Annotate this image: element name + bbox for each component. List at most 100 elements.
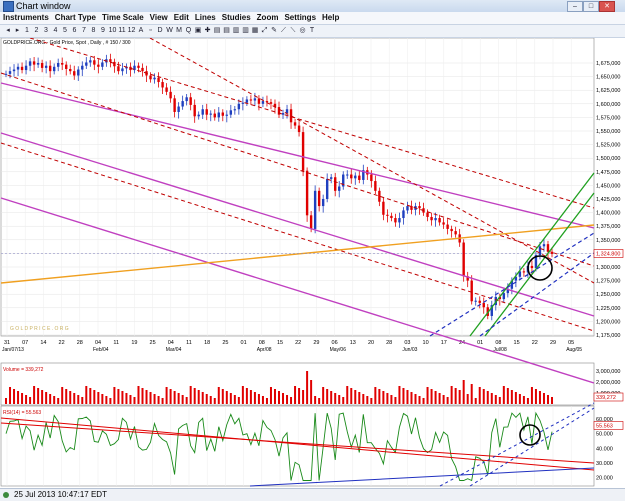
toolbar-button-14[interactable]: A (137, 27, 145, 35)
price-bar-body (121, 68, 124, 72)
toolbar-button-16[interactable]: D (156, 27, 164, 35)
price-bar-body (173, 98, 176, 112)
toolbar-button-2[interactable]: 1 (23, 27, 31, 35)
rsi-axis-label: 20.000 (596, 476, 613, 482)
volume-bar (265, 398, 268, 404)
menu-item-zoom[interactable]: Zoom (254, 12, 282, 24)
volume-bar (494, 395, 497, 404)
price-bar-body (16, 66, 20, 70)
price-bar-body (85, 62, 88, 66)
toolbar-button-0[interactable]: ◂ (4, 27, 12, 35)
volume-bar (394, 397, 397, 404)
price-axis-label: 1,425,000 (596, 197, 620, 203)
toolbar-button-10[interactable]: 9 (99, 27, 107, 35)
toolbar-button-24[interactable]: ▥ (232, 27, 240, 35)
price-bar-body (309, 215, 313, 229)
volume-bar (125, 393, 128, 404)
toolbar-button-1[interactable]: ▸ (14, 27, 22, 35)
menu-item-chart-type[interactable]: Chart Type (52, 12, 99, 24)
volume-bar (498, 397, 501, 404)
price-bar-body (193, 104, 196, 117)
price-bar-body (418, 206, 421, 209)
price-bar-body (374, 181, 377, 191)
toolbar-button-23[interactable]: ▤ (223, 27, 231, 35)
toolbar-button-4[interactable]: 3 (42, 27, 50, 35)
menu-item-settings[interactable]: Settings (281, 12, 319, 24)
toolbar-button-30[interactable]: ⟍ (289, 27, 297, 35)
volume-bar (105, 396, 108, 404)
chart-toolbar: ◂ ▸ 1 2 3 4 5 6 7 8 9 10 11 12 A ▫ D W M Q ▣ ✚ ▤ ▤ ▥ ▥ ▦ ⤢ ✎ ⟋ ⟍ ◎ T (0, 25, 625, 38)
toolbar-button-31[interactable]: ◎ (299, 27, 307, 35)
price-bar-body (462, 242, 465, 277)
volume-bar (458, 390, 461, 404)
toolbar-button-9[interactable]: 8 (90, 27, 98, 35)
price-bar-body (382, 201, 385, 215)
toolbar-button-27[interactable]: ⤢ (261, 27, 269, 35)
toolbar-button-28[interactable]: ✎ (270, 27, 278, 35)
menu-item-instruments[interactable]: Instruments (0, 12, 52, 24)
month-label: Feb/04 (93, 347, 109, 353)
toolbar-button-13[interactable]: 12 (128, 27, 136, 35)
price-bar-body (442, 222, 445, 225)
volume-bar (113, 387, 116, 404)
price-bar-body (261, 101, 265, 104)
date-tick-label: 04 (168, 340, 174, 346)
toolbar-button-20[interactable]: ▣ (194, 27, 202, 35)
volume-bar (165, 387, 168, 404)
price-bar-body (165, 87, 168, 92)
volume-bar (506, 388, 509, 404)
toolbar-button-22[interactable]: ▤ (213, 27, 221, 35)
close-button[interactable]: ✕ (599, 1, 615, 12)
toolbar-button-12[interactable]: 11 (118, 27, 126, 35)
month-label: Aug/05 (566, 347, 582, 353)
minimize-button[interactable]: – (567, 1, 583, 12)
volume-bar (302, 390, 305, 404)
volume-bar (454, 388, 457, 404)
price-bar-body (450, 228, 453, 232)
volume-bar (330, 391, 333, 404)
toolbar-button-3[interactable]: 2 (33, 27, 41, 35)
volume-bar (406, 390, 409, 404)
menu-item-time-scale[interactable]: Time Scale (99, 12, 147, 24)
menu-item-edit[interactable]: Edit (171, 12, 192, 24)
price-bar-body (390, 215, 393, 219)
volume-bar (378, 389, 381, 404)
price-bar-body (426, 212, 429, 217)
toolbar-button-29[interactable]: ⟋ (280, 27, 288, 35)
toolbar-button-15[interactable]: ▫ (147, 27, 155, 35)
toolbar-button-19[interactable]: Q (185, 27, 193, 35)
price-bar-body (470, 280, 473, 302)
volume-bar (173, 391, 176, 404)
price-bar-body (101, 62, 104, 67)
price-bar-body (149, 75, 152, 80)
volume-bar (121, 391, 124, 404)
toolbar-button-5[interactable]: 4 (52, 27, 60, 35)
volume-bar (278, 391, 280, 404)
menu-item-lines[interactable]: Lines (192, 12, 219, 24)
volume-bar (77, 395, 80, 404)
menu-item-studies[interactable]: Studies (219, 12, 254, 24)
toolbar-button-21[interactable]: ✚ (204, 27, 212, 35)
toolbar-button-8[interactable]: 7 (80, 27, 88, 35)
toolbar-button-7[interactable]: 6 (71, 27, 79, 35)
menu-item-view[interactable]: View (147, 12, 171, 24)
toolbar-button-32[interactable]: T (308, 27, 316, 35)
toolbar-button-11[interactable]: 10 (109, 27, 117, 35)
volume-bar (442, 395, 445, 404)
toolbar-button-25[interactable]: ▥ (242, 27, 250, 35)
volume-bar (249, 390, 252, 404)
price-bar-body (378, 190, 381, 202)
chart-area[interactable]: 1,675,000 1,650,000 1,625,000 1,600,000 1,57… (0, 38, 625, 488)
toolbar-button-17[interactable]: W (166, 27, 174, 35)
menu-item-help[interactable]: Help (319, 12, 342, 24)
price-axis-label: 1,375,000 (596, 224, 620, 230)
volume-bar (546, 395, 549, 404)
toolbar-button-6[interactable]: 5 (61, 27, 69, 35)
toolbar-button-18[interactable]: M (175, 27, 183, 35)
volume-value-label: 339,272 (596, 395, 616, 401)
volume-bar (346, 386, 349, 404)
toolbar-button-26[interactable]: ▦ (251, 27, 259, 35)
volume-bar (41, 390, 44, 404)
volume-bar (33, 386, 36, 404)
maximize-button[interactable]: □ (583, 1, 599, 12)
